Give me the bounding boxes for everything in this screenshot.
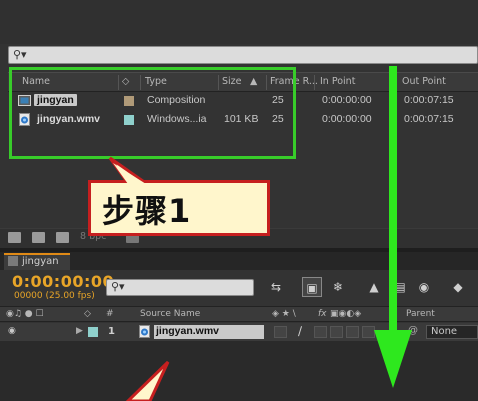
green-arrow [374, 66, 412, 388]
